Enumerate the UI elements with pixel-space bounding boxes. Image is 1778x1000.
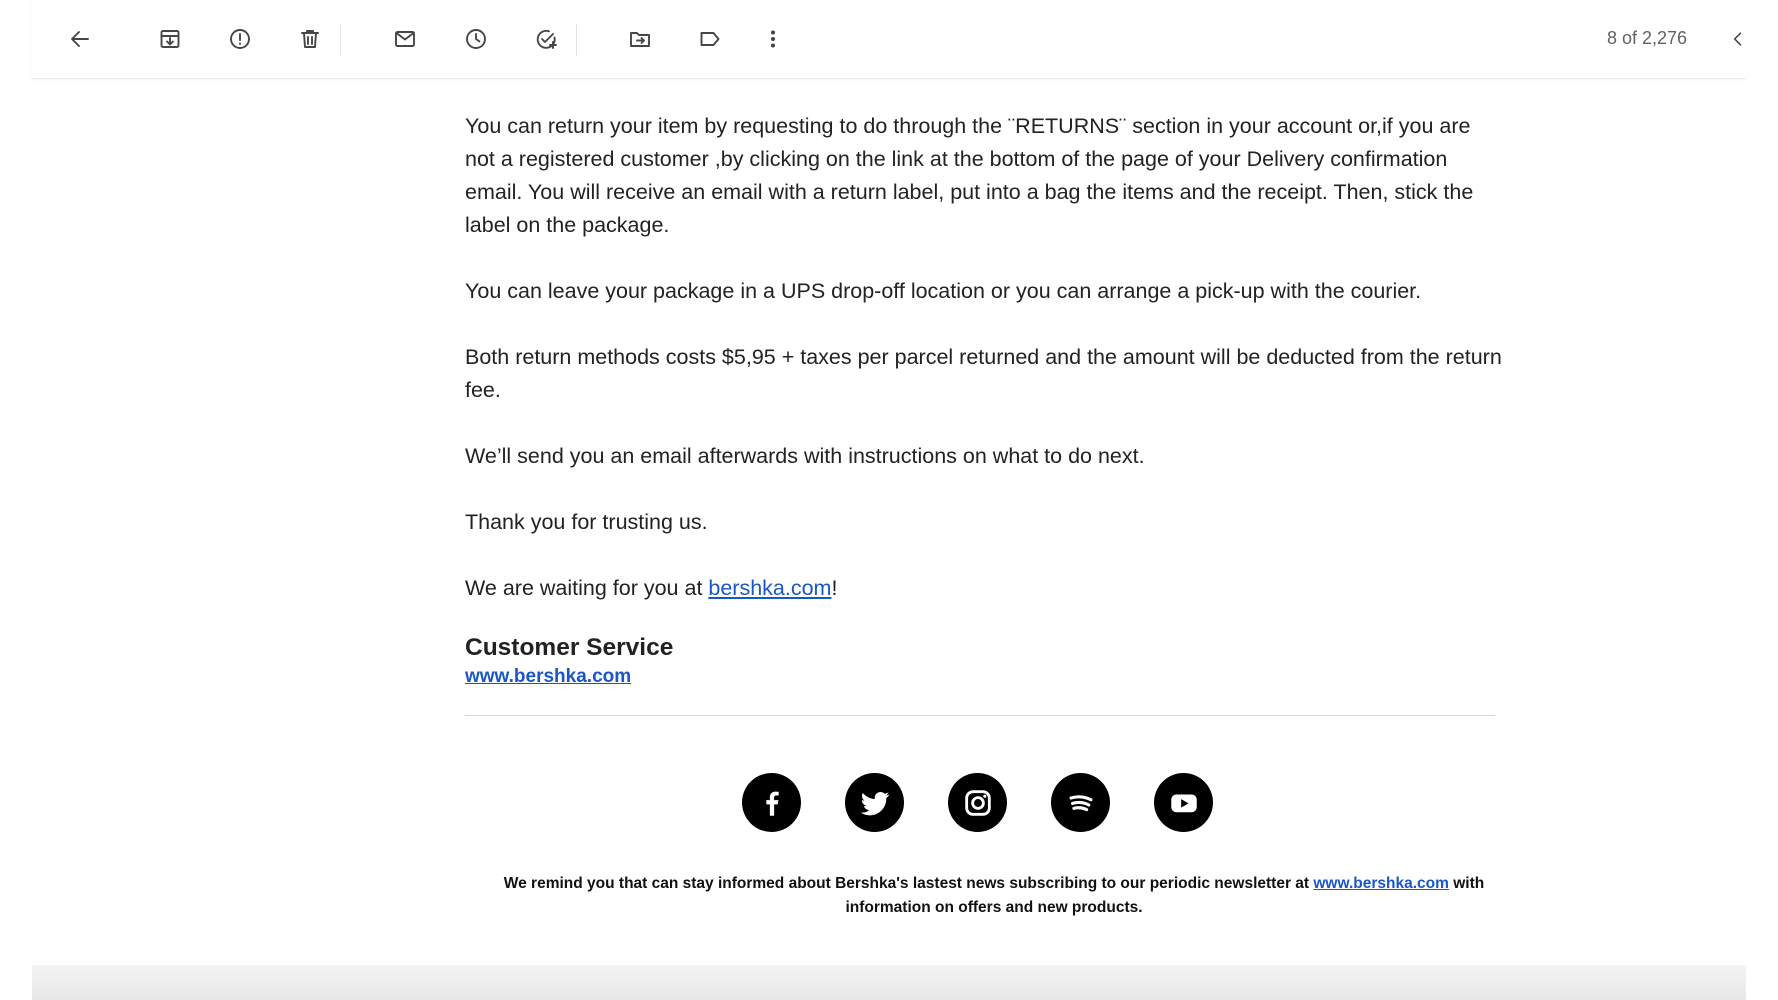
signature-website-link[interactable]: www.bershka.com — [465, 666, 631, 688]
waiting-line: We are waiting for you at bershka.com! — [465, 572, 1505, 605]
footnote-website-link[interactable]: www.bershka.com — [1313, 875, 1449, 892]
newsletter-footnote: We remind you that can stay informed abo… — [479, 872, 1509, 920]
email-paragraph: We’ll send you an email afterwards with … — [465, 444, 1145, 468]
instagram-icon[interactable] — [948, 773, 1007, 832]
back-arrow-icon[interactable] — [62, 21, 98, 57]
email-body: You can return your item by requesting t… — [465, 110, 1505, 716]
divider — [465, 715, 1495, 716]
waiting-text: We are waiting for you at — [465, 576, 709, 600]
archive-icon[interactable] — [152, 21, 188, 57]
email-view: 8 of 2,276 You can return your item by r… — [32, 0, 1746, 1000]
toolbar: 8 of 2,276 — [32, 0, 1746, 79]
previous-message-chevron-icon[interactable] — [1728, 21, 1748, 57]
add-task-icon[interactable] — [528, 21, 564, 57]
snooze-icon[interactable] — [458, 21, 494, 57]
more-vert-icon[interactable] — [755, 21, 791, 57]
label-icon[interactable] — [692, 21, 728, 57]
trash-icon[interactable] — [292, 21, 328, 57]
move-to-icon[interactable] — [622, 21, 658, 57]
email-paragraph: Thank you for trusting us. — [465, 510, 708, 534]
signature-title: Customer Service — [465, 634, 674, 661]
waiting-suffix: ! — [831, 576, 838, 600]
footnote-text: We remind you that can stay informed abo… — [503, 875, 1314, 892]
email-paragraph: Both return methods costs $5,95 + taxes … — [465, 345, 1502, 402]
facebook-icon[interactable] — [742, 773, 801, 832]
email-paragraph: You can leave your package in a UPS drop… — [465, 279, 1422, 303]
spotify-icon[interactable] — [1051, 773, 1110, 832]
message-counter: 8 of 2,276 — [1607, 28, 1688, 48]
toolbar-divider — [576, 24, 577, 56]
report-spam-icon[interactable] — [222, 21, 258, 57]
youtube-icon[interactable] — [1154, 773, 1213, 832]
social-links — [742, 773, 1213, 832]
bottom-bar — [32, 965, 1746, 1000]
email-paragraph: You can return your item by requesting t… — [465, 114, 1474, 237]
toolbar-divider — [340, 24, 341, 56]
mark-unread-icon[interactable] — [387, 21, 423, 57]
bershka-link[interactable]: bershka.com — [708, 576, 831, 600]
twitter-icon[interactable] — [845, 773, 904, 832]
